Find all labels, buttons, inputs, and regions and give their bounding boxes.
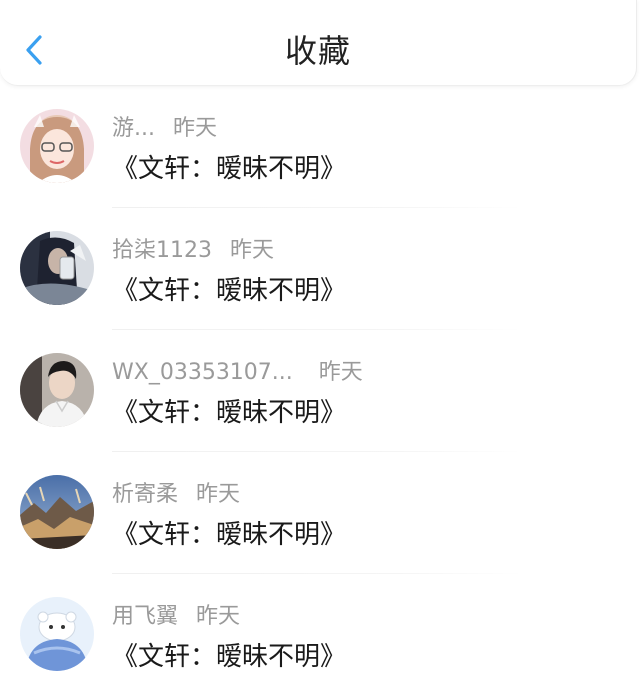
username[interactable]: WX_03353107... <box>112 360 293 385</box>
username[interactable]: 拾柒1123 <box>112 238 212 263</box>
list-item[interactable]: 拾柒1123 昨天 《文轩：暧昧不明》 <box>0 208 640 330</box>
boy-avatar-icon <box>20 353 94 427</box>
item-meta: 析寄柔 昨天 <box>112 476 240 508</box>
item-meta: 游... 昨天 <box>112 110 217 142</box>
timestamp: 昨天 <box>230 238 275 263</box>
username[interactable]: 析寄柔 <box>112 482 178 507</box>
avatar[interactable] <box>20 109 94 183</box>
item-title[interactable]: 《文轩：暧昧不明》 <box>112 392 346 429</box>
item-meta: 拾柒1123 昨天 <box>112 232 274 264</box>
timestamp: 昨天 <box>318 360 363 385</box>
item-title[interactable]: 《文轩：暧昧不明》 <box>112 270 346 307</box>
item-title[interactable]: 《文轩：暧昧不明》 <box>112 636 346 673</box>
username[interactable]: 用飞翼 <box>112 604 178 629</box>
list-item[interactable]: 游... 昨天 《文轩：暧昧不明》 <box>0 86 640 208</box>
list-item[interactable]: WX_03353107... 昨天 《文轩：暧昧不明》 <box>0 330 640 452</box>
item-title[interactable]: 《文轩：暧昧不明》 <box>112 148 346 185</box>
item-meta: 用飞翼 昨天 <box>112 598 240 630</box>
avatar[interactable] <box>20 597 94 671</box>
timestamp: 昨天 <box>172 116 217 141</box>
selfie-avatar-icon <box>20 231 94 305</box>
girl-avatar-icon <box>20 109 94 183</box>
page-title: 收藏 <box>284 32 351 70</box>
avatar[interactable] <box>20 475 94 549</box>
timestamp: 昨天 <box>196 482 241 507</box>
favorites-page: 收藏 游... 昨天 《文轩：暧昧不明》 拾柒1123 昨天 《文轩：暧昧不明》… <box>0 0 640 697</box>
favorites-list: 游... 昨天 《文轩：暧昧不明》 拾柒1123 昨天 《文轩：暧昧不明》 WX… <box>0 86 640 696</box>
cartoon-avatar-icon <box>20 597 94 671</box>
avatar[interactable] <box>20 353 94 427</box>
list-item[interactable]: 析寄柔 昨天 《文轩：暧昧不明》 <box>0 452 640 574</box>
top-bar: 收藏 <box>0 0 637 86</box>
item-title[interactable]: 《文轩：暧昧不明》 <box>112 514 346 551</box>
item-meta: WX_03353107... 昨天 <box>112 354 363 386</box>
list-item[interactable]: 用飞翼 昨天 《文轩：暧昧不明》 <box>0 574 640 696</box>
timestamp: 昨天 <box>196 604 241 629</box>
username[interactable]: 游... <box>112 116 155 141</box>
landscape-avatar-icon <box>20 475 94 549</box>
avatar[interactable] <box>20 231 94 305</box>
